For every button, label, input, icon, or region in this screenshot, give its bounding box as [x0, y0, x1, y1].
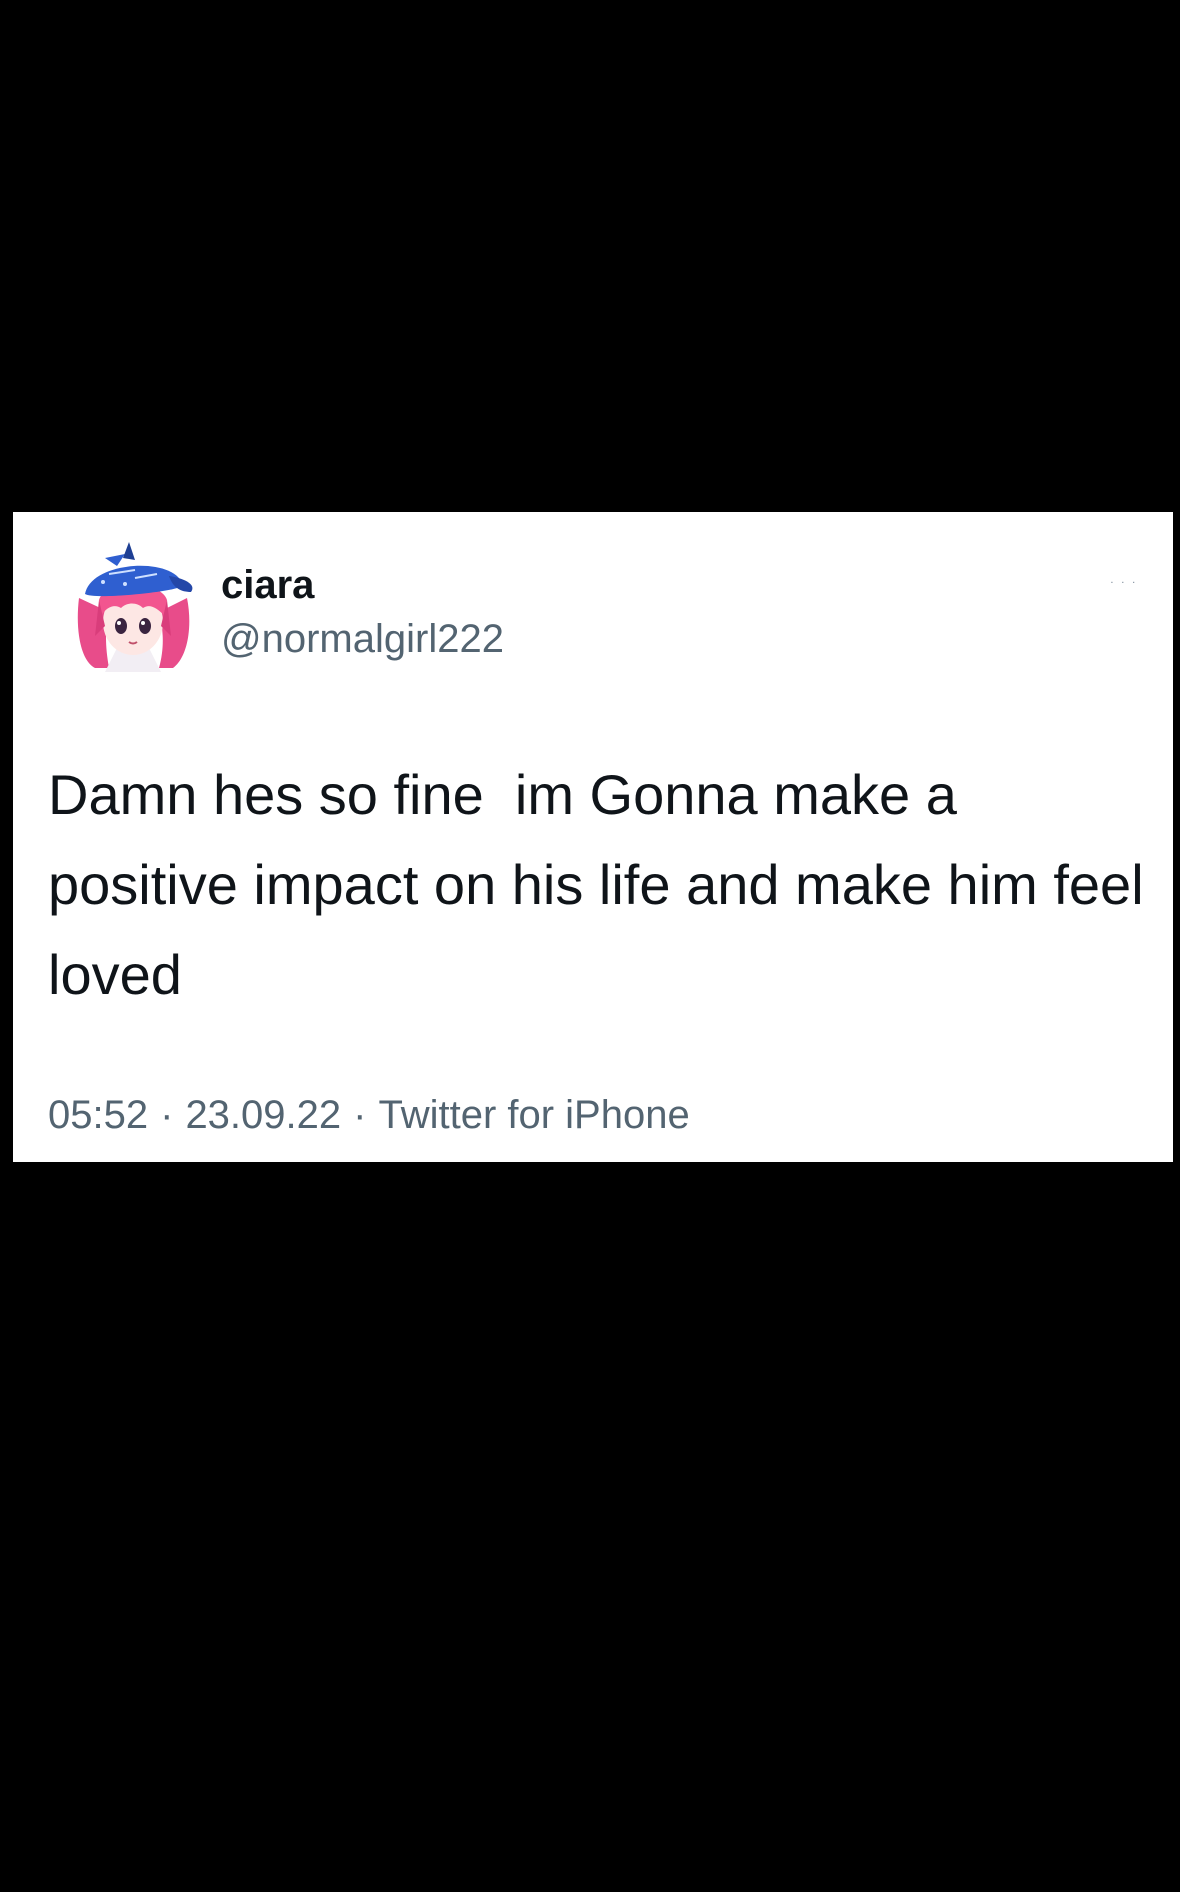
tweet-time[interactable]: 05:52	[48, 1093, 148, 1137]
more-options-icon[interactable]: ᐧ ᐧ ᐧ	[1110, 576, 1137, 590]
avatar[interactable]	[65, 536, 201, 672]
separator: ·	[353, 1093, 367, 1137]
screen: ciara @normalgirl222 ᐧ ᐧ ᐧ Damn hes so f…	[0, 0, 1180, 1892]
tweet-source[interactable]: Twitter for iPhone	[378, 1093, 689, 1137]
tweet-text: Damn hes so fine im Gonna make a positiv…	[48, 763, 1160, 1006]
user-handle[interactable]: @normalgirl222	[221, 616, 504, 662]
tweet-card[interactable]: ciara @normalgirl222 ᐧ ᐧ ᐧ Damn hes so f…	[13, 512, 1173, 1162]
tweet-date[interactable]: 23.09.22	[185, 1093, 341, 1137]
separator: ·	[160, 1093, 174, 1137]
tweet-metadata: 05:52 · 23.09.22 · Twitter for iPhone	[48, 1092, 690, 1138]
display-name[interactable]: ciara	[221, 562, 314, 608]
anime-girl-avatar-icon	[77, 542, 193, 672]
